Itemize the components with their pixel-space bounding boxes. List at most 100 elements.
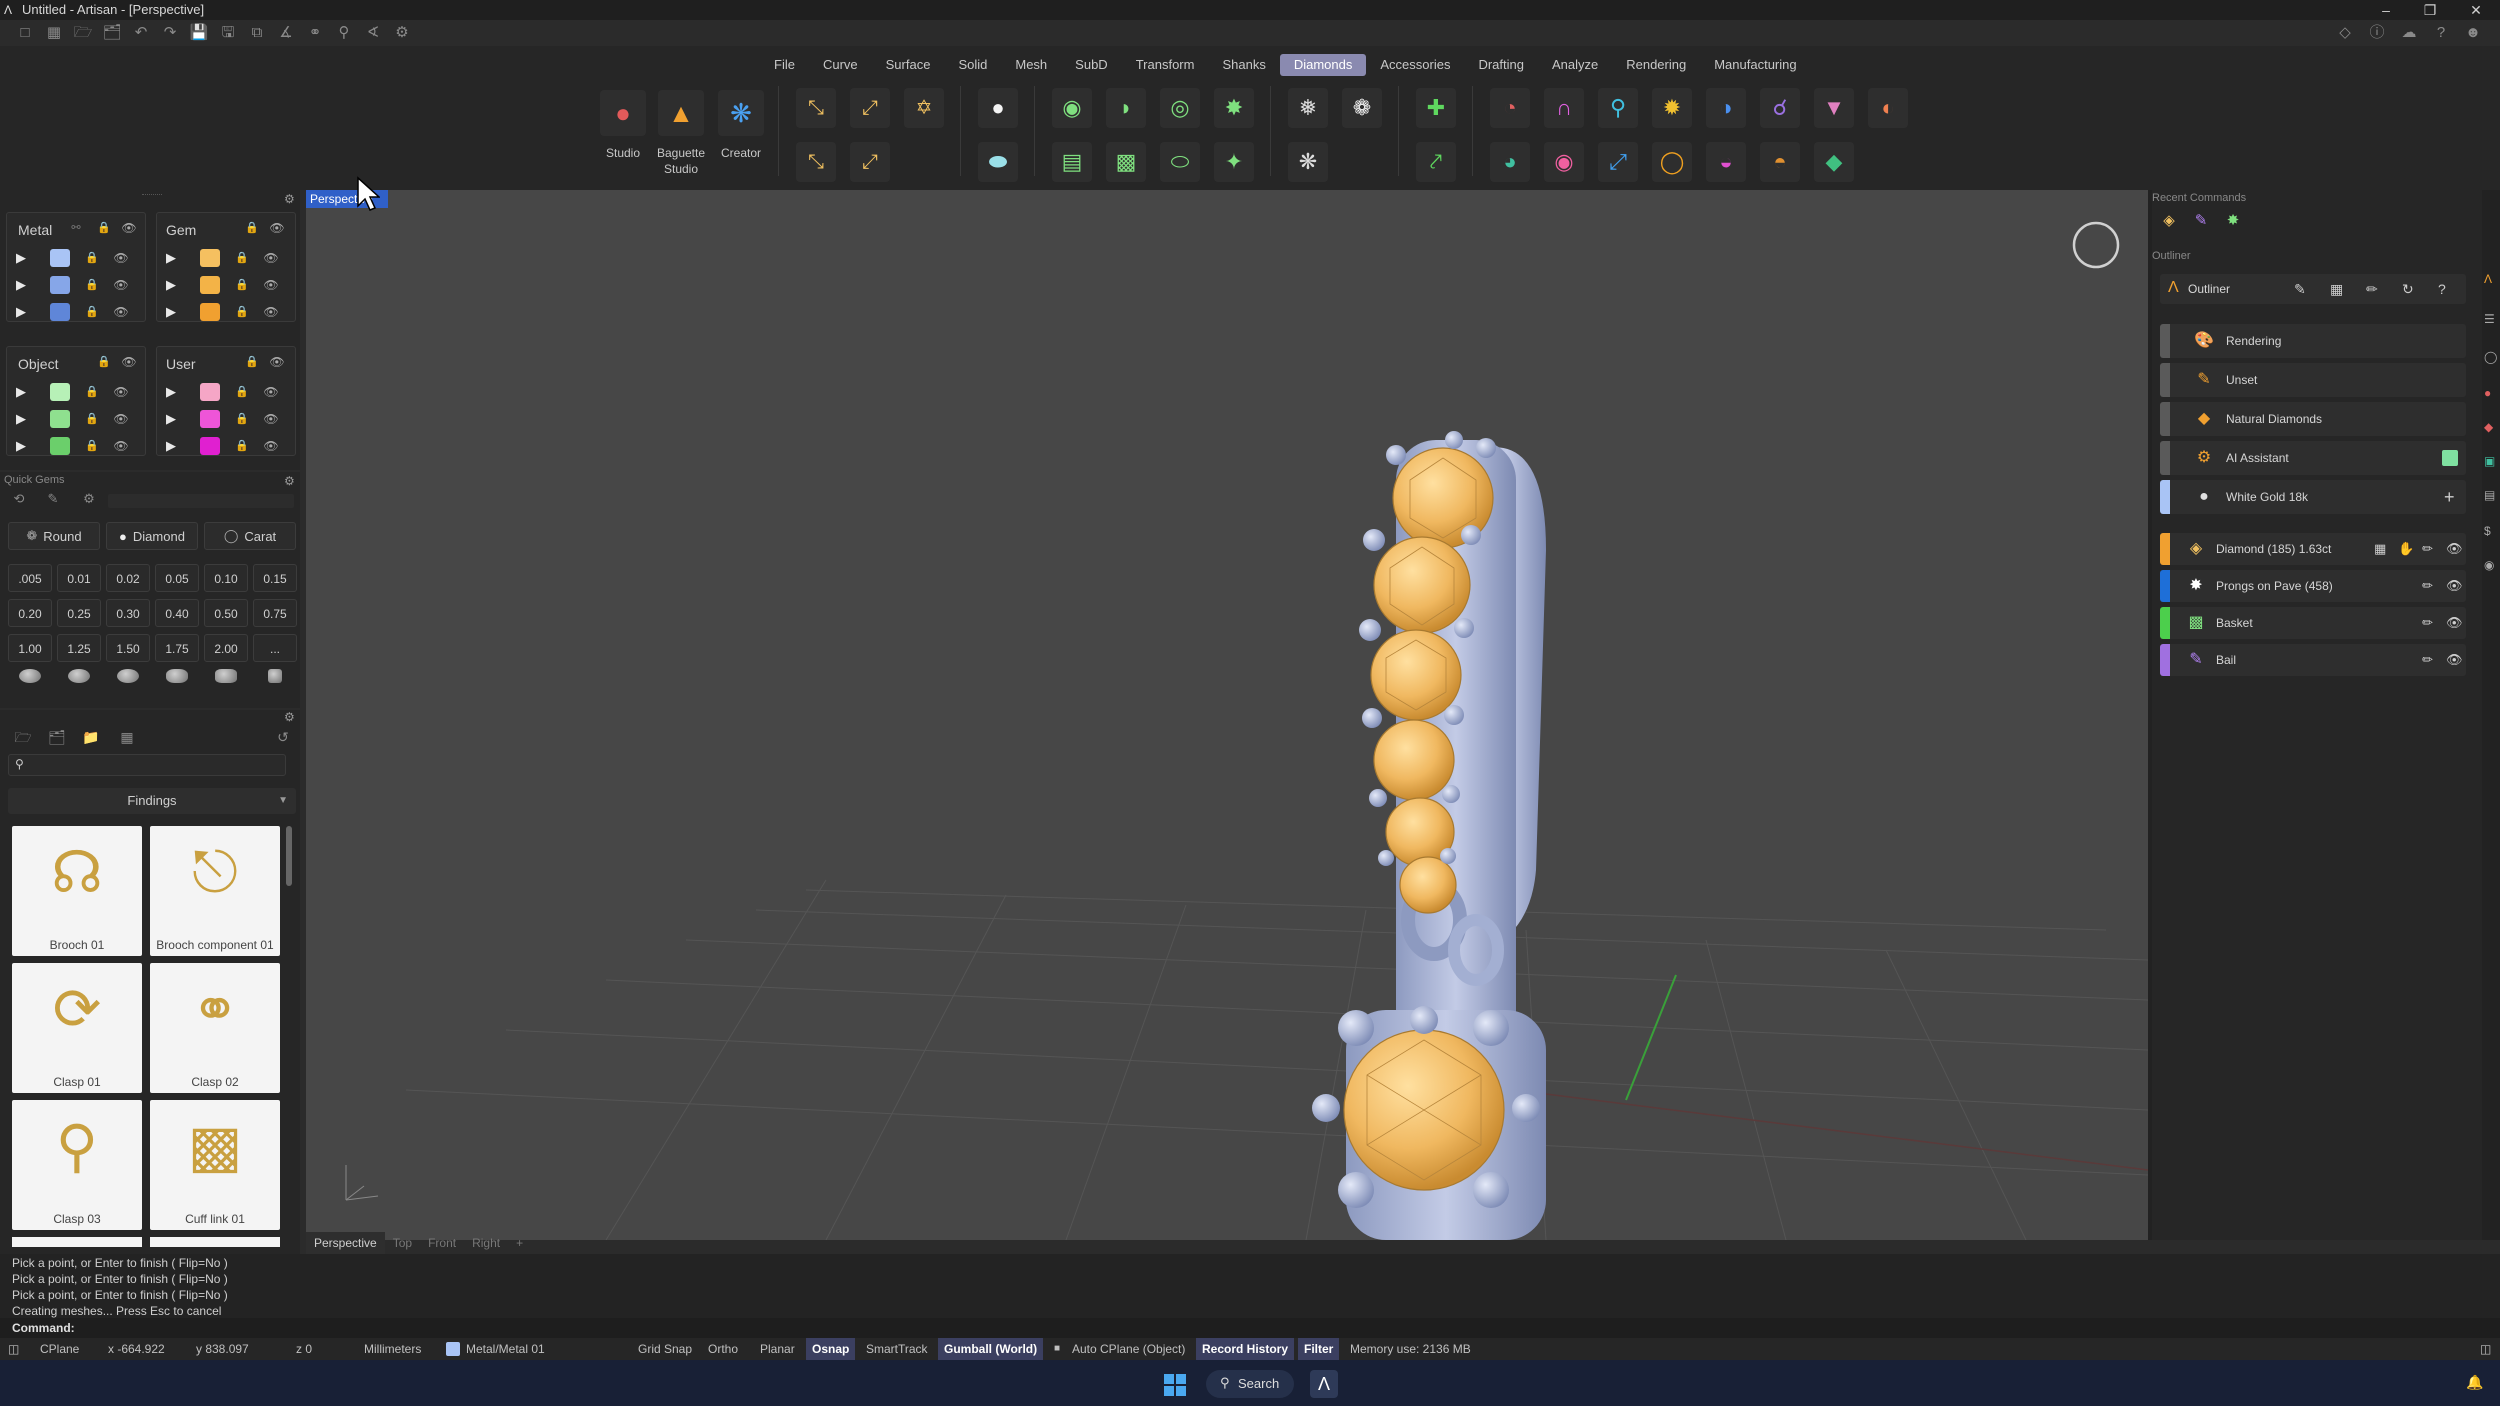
- artisan-taskbar-icon[interactable]: Λ: [1310, 1370, 1338, 1398]
- lock-icon[interactable]: 🔒: [244, 354, 260, 370]
- gem-line-button[interactable]: ⤡: [796, 88, 836, 128]
- layer-color-swatch[interactable]: [50, 276, 70, 294]
- viewport-tab-add[interactable]: +: [508, 1232, 531, 1254]
- outliner-material-row[interactable]: ◆ Natural Diamonds: [2160, 402, 2466, 436]
- cplane-status[interactable]: CPlane: [40, 1338, 79, 1360]
- perspective-viewport[interactable]: Perspective: [306, 190, 2148, 1240]
- menu-manufacturing[interactable]: Manufacturing: [1700, 54, 1810, 76]
- menu-subd[interactable]: SubD: [1061, 54, 1122, 76]
- gem-layer-row[interactable]: ▶ 🔒 👁: [166, 246, 280, 270]
- library-item[interactable]: ⚲ Clasp 03: [12, 1100, 142, 1230]
- recent-gem-command-icon[interactable]: ◈: [2158, 210, 2180, 232]
- panel-grip[interactable]: [142, 194, 162, 198]
- halo-button[interactable]: ◎: [1160, 88, 1200, 128]
- gem-size-button[interactable]: 1.75: [155, 634, 199, 662]
- gem-color-button[interactable]: ✹: [1652, 88, 1692, 128]
- eye-icon[interactable]: 👁: [112, 411, 130, 427]
- gem-array-button[interactable]: ⤢: [850, 142, 890, 182]
- minimize-button[interactable]: –: [2366, 0, 2406, 20]
- gem-shape-round[interactable]: [8, 662, 52, 690]
- gem-size-button[interactable]: 2.00: [204, 634, 248, 662]
- menu-mesh[interactable]: Mesh: [1001, 54, 1061, 76]
- eye-icon[interactable]: 👁: [262, 411, 280, 427]
- gem-filter-field[interactable]: [108, 494, 294, 508]
- creator-button[interactable]: ❋: [718, 90, 764, 136]
- object-layer-row[interactable]: ▶ 🔒 👁: [16, 434, 130, 458]
- gem-spectrum-button[interactable]: ◉: [1544, 142, 1584, 182]
- gem-size-button[interactable]: 0.25: [57, 599, 101, 627]
- lock-icon[interactable]: 🔒: [84, 384, 100, 400]
- select-icon[interactable]: ▦: [2374, 533, 2386, 565]
- layer-color-swatch[interactable]: [200, 437, 220, 455]
- gem-size-button[interactable]: 0.05: [155, 564, 199, 592]
- eye-icon[interactable]: 👁: [112, 384, 130, 400]
- cloud-icon[interactable]: ☁: [2398, 22, 2420, 44]
- folder-icon[interactable]: 🗂: [46, 726, 68, 748]
- recent-prong-command-icon[interactable]: ✸: [2222, 210, 2244, 232]
- export-icon[interactable]: ⧉: [246, 22, 268, 44]
- gem-size-button[interactable]: 0.30: [106, 599, 150, 627]
- gem-magnet-button[interactable]: ∩: [1544, 88, 1584, 128]
- object-layer-row[interactable]: ▶ 🔒 👁: [16, 407, 130, 431]
- gem-sort-button[interactable]: ◒: [1706, 142, 1746, 182]
- gem-size-button[interactable]: 0.01: [57, 564, 101, 592]
- library-tab-icon[interactable]: ▣: [2484, 454, 2495, 468]
- refresh-icon[interactable]: ↻: [2402, 274, 2414, 304]
- layout-icon[interactable]: ◫: [2480, 1338, 2491, 1360]
- save-as-icon[interactable]: 🖫: [217, 22, 239, 44]
- gem-shape-oval[interactable]: [57, 662, 101, 690]
- layer-color-swatch[interactable]: [50, 410, 70, 428]
- play-icon[interactable]: ▶: [166, 277, 182, 293]
- gem-size-button[interactable]: 0.75: [253, 599, 297, 627]
- gem-curve-button[interactable]: ⤢: [850, 88, 890, 128]
- layer-color-swatch[interactable]: [200, 303, 220, 321]
- eye-icon[interactable]: 👁: [2446, 570, 2463, 602]
- command-line[interactable]: Command:: [0, 1318, 2500, 1338]
- eye-icon[interactable]: 👁: [268, 220, 286, 236]
- lock-icon[interactable]: 🔒: [84, 438, 100, 454]
- lock-icon[interactable]: 🔒: [234, 250, 250, 266]
- eye-icon[interactable]: 👁: [268, 354, 286, 370]
- import-icon[interactable]: 🗂: [101, 22, 123, 44]
- analyze-icon[interactable]: ⚲: [333, 22, 355, 44]
- lock-icon[interactable]: 🔒: [84, 411, 100, 427]
- viewport-tab-front[interactable]: Front: [420, 1232, 464, 1254]
- open-folder-icon[interactable]: 🗁: [72, 22, 94, 44]
- viewport-tab-perspective[interactable]: Perspective: [306, 1232, 385, 1254]
- artisan-icon[interactable]: Λ: [2484, 272, 2492, 286]
- viewport-tab-top[interactable]: Top: [385, 1232, 420, 1254]
- menu-curve[interactable]: Curve: [809, 54, 872, 76]
- layer-color-swatch[interactable]: [50, 437, 70, 455]
- grid-view-icon[interactable]: ▦: [116, 726, 138, 748]
- taskbar-search[interactable]: ⚲ Search: [1206, 1370, 1294, 1398]
- planar-toggle[interactable]: Planar: [760, 1338, 795, 1360]
- menu-drafting[interactable]: Drafting: [1464, 54, 1538, 76]
- cluster-button[interactable]: ❁: [1342, 88, 1382, 128]
- gumball-toggle[interactable]: Gumball (World): [938, 1338, 1044, 1360]
- menu-transform[interactable]: Transform: [1122, 54, 1209, 76]
- gem-shape-marquise[interactable]: [155, 662, 199, 690]
- gem-tool-icon[interactable]: ⟲: [8, 488, 30, 510]
- gear-icon[interactable]: ⚙: [284, 192, 295, 206]
- library-item[interactable]: ⟳ Clasp 01: [12, 963, 142, 1093]
- eye-icon[interactable]: 👁: [2446, 533, 2463, 565]
- cutter-button[interactable]: ✚: [1416, 88, 1456, 128]
- eye-icon[interactable]: 👁: [262, 438, 280, 454]
- osnap-toggle[interactable]: Osnap: [806, 1338, 856, 1360]
- gem-weight-button[interactable]: ◓: [1760, 142, 1800, 182]
- play-icon[interactable]: ▶: [16, 411, 32, 427]
- add-icon[interactable]: +: [2444, 480, 2455, 514]
- four-prong-button[interactable]: ✦: [1214, 142, 1254, 182]
- gem-layer-row[interactable]: ▶ 🔒 👁: [166, 273, 280, 297]
- properties-tab-icon[interactable]: ▤: [2484, 488, 2495, 502]
- lock-icon[interactable]: 🔒: [234, 304, 250, 320]
- current-layer[interactable]: Metal/Metal 01: [466, 1338, 545, 1360]
- play-icon[interactable]: ▶: [16, 277, 32, 293]
- menu-shanks[interactable]: Shanks: [1208, 54, 1279, 76]
- lock-icon[interactable]: 🔒: [84, 250, 100, 266]
- lock-icon[interactable]: 🔒: [234, 411, 250, 427]
- studio-button[interactable]: ●: [600, 90, 646, 136]
- gem-size-button[interactable]: 0.20: [8, 599, 52, 627]
- gem-layer-row[interactable]: ▶ 🔒 👁: [166, 300, 280, 324]
- eye-icon[interactable]: 👁: [120, 354, 138, 370]
